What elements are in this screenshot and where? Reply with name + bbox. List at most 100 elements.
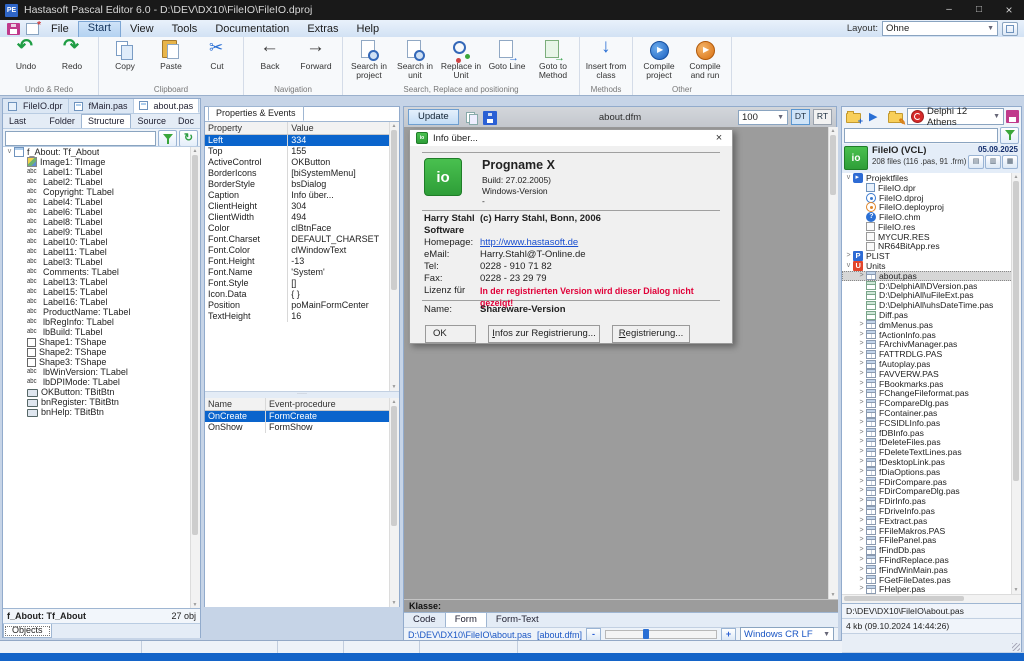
project-tree-item[interactable]: >fDiaOptions.pas <box>842 467 1021 477</box>
ribbon-button[interactable]: Copy <box>102 38 148 71</box>
menu-item[interactable]: Tools <box>163 22 207 37</box>
save-form-icon[interactable] <box>483 111 497 125</box>
ribbon-button[interactable]: Goto Line <box>484 38 530 71</box>
property-row[interactable]: BorderStylebsDialog <box>205 179 390 190</box>
project-tree-item[interactable]: >FDriveInfo.pas <box>842 506 1021 516</box>
project-tree-item[interactable]: >FGetFileDates.pas <box>842 575 1021 585</box>
property-row[interactable]: ActiveControlOKButton <box>205 157 390 168</box>
layout-select[interactable]: Ohne ▼ <box>882 21 998 36</box>
tree-item[interactable]: Comments: TLabel <box>3 267 200 277</box>
project-tree-item[interactable]: >FDeleteTextLines.pas <box>842 447 1021 457</box>
scrollbar-thumb[interactable] <box>844 596 964 601</box>
scrollbar-thumb[interactable] <box>192 155 198 535</box>
slider-thumb[interactable] <box>643 629 649 639</box>
property-row[interactable]: TextHeight16 <box>205 311 390 322</box>
project-tree-item[interactable]: Diff.pas <box>842 310 1021 320</box>
ribbon-button[interactable]: Undo <box>3 38 49 71</box>
tree-item[interactable]: Label1: TLabel <box>3 167 200 177</box>
project-tree-item[interactable]: >FFileMakros.PAS <box>842 526 1021 536</box>
tree-item[interactable]: lbRegInfo: TLabel <box>3 317 200 327</box>
property-row[interactable]: BorderIcons[biSystemMenu] <box>205 168 390 179</box>
property-row[interactable]: Font.ColorclWindowText <box>205 245 390 256</box>
property-row[interactable]: Font.CharsetDEFAULT_CHARSET <box>205 234 390 245</box>
tree-item[interactable]: Label9: TLabel <box>3 227 200 237</box>
ribbon-button[interactable]: Cut <box>194 38 240 71</box>
project-tree-item[interactable]: >fDesktopLink.pas <box>842 457 1021 467</box>
dialog-button[interactable]: OK <box>425 325 476 343</box>
add-folder-button[interactable]: + <box>844 108 863 125</box>
project-tree-item[interactable]: D:\DelphiAll\uhsDateTime.pas <box>842 300 1021 310</box>
tree-item[interactable]: bnHelp: TBitBtn <box>3 407 200 417</box>
zoom-select[interactable]: 100▼ <box>738 110 788 125</box>
ribbon-button[interactable]: Compile and run <box>682 38 728 80</box>
property-row[interactable]: ClientWidth494 <box>205 212 390 223</box>
view-tab[interactable]: Folder <box>43 114 81 128</box>
tree-item[interactable]: Shape2: TShape <box>3 347 200 357</box>
contact-value[interactable]: http://www.hastasoft.de <box>480 237 732 249</box>
project-tree-item[interactable]: FileIO.dproj <box>842 193 1021 203</box>
tab-properties-events[interactable]: Properties & Events <box>208 106 304 121</box>
maximize-button[interactable] <box>964 0 994 20</box>
tree-item[interactable]: Copyright: TLabel <box>3 187 200 197</box>
project-tree-item[interactable]: >FContainer.pas <box>842 408 1021 418</box>
filter-button[interactable] <box>158 130 177 147</box>
close-button[interactable] <box>994 0 1024 20</box>
save-project-icon[interactable] <box>1006 110 1019 123</box>
tree-item[interactable]: lbDPIMode: TLabel <box>3 377 200 387</box>
minimize-button[interactable] <box>934 0 964 20</box>
tree-item[interactable]: Label3: TLabel <box>3 257 200 267</box>
copy-form-icon[interactable] <box>462 109 480 125</box>
tree-item[interactable]: lbWinVersion: TLabel <box>3 367 200 377</box>
view-tab[interactable]: Doc <box>172 114 200 128</box>
tree-item[interactable]: Shape3: TShape <box>3 357 200 367</box>
project-filter-button[interactable] <box>1000 127 1019 144</box>
folder-view-button[interactable]: ▥ <box>985 155 1001 169</box>
edit-folder-button[interactable]: ✎ <box>886 108 905 125</box>
tree-item[interactable]: lbBuild: TLabel <box>3 327 200 337</box>
ribbon-button[interactable]: Goto to Method <box>530 38 576 80</box>
scrollbar-thumb[interactable] <box>391 130 397 290</box>
editor-mode-tab[interactable]: Code <box>404 613 445 628</box>
monitor-view-button[interactable]: ▤ <box>968 155 984 169</box>
quick-save-icon[interactable] <box>7 23 20 35</box>
property-scrollbar[interactable] <box>389 122 399 391</box>
delphi-version-select[interactable]: Delphi 12 Athens▼ <box>907 108 1004 125</box>
zoom-slider[interactable] <box>605 630 717 639</box>
dialog-close-icon[interactable]: × <box>712 132 726 144</box>
document-tab[interactable]: FileIO.dpr <box>3 99 69 113</box>
view-tab[interactable]: Structure <box>81 114 132 128</box>
project-tree-item[interactable]: >FBookmarks.pas <box>842 379 1021 389</box>
property-row[interactable]: Left334 <box>205 135 390 146</box>
ribbon-button[interactable]: Search in unit <box>392 38 438 80</box>
project-tree-item[interactable]: FileIO.chm <box>842 212 1021 222</box>
project-tree-item[interactable]: FileIO.dpr <box>842 183 1021 193</box>
project-tree-hscrollbar[interactable] <box>842 594 1021 603</box>
tree-item[interactable]: Label8: TLabel <box>3 217 200 227</box>
tree-item[interactable]: Label10: TLabel <box>3 237 200 247</box>
menu-item[interactable]: Documentation <box>206 22 298 37</box>
tree-item[interactable]: Image1: TImage <box>3 157 200 167</box>
project-tree-item[interactable]: vProjektfiles <box>842 173 1021 183</box>
project-tree-scrollbar[interactable] <box>1011 173 1021 594</box>
scrollbar-thumb[interactable] <box>830 135 836 195</box>
runtime-toggle[interactable]: RT <box>813 109 832 125</box>
update-button[interactable]: Update <box>408 109 459 125</box>
project-tree-item[interactable]: >FCompareDlg.pas <box>842 398 1021 408</box>
tree-scrollbar[interactable] <box>190 147 200 609</box>
designer-scrollbar[interactable] <box>828 127 838 599</box>
project-tree-item[interactable]: D:\DelphiAll\DVersion.pas <box>842 281 1021 291</box>
ribbon-button[interactable]: Back <box>247 38 293 71</box>
project-tree-item[interactable]: NR64BitApp.res <box>842 242 1021 252</box>
tree-item[interactable]: Shape1: TShape <box>3 337 200 347</box>
resize-grip[interactable] <box>1012 643 1020 651</box>
project-tree-item[interactable]: >fActionInfo.pas <box>842 330 1021 340</box>
tree-item[interactable]: vf_About: Tf_About <box>3 147 200 157</box>
tree-item[interactable]: Label4: TLabel <box>3 197 200 207</box>
project-tree-item[interactable]: >FCSIDLInfo.pas <box>842 418 1021 428</box>
document-tab[interactable]: fMain.pas <box>69 99 134 113</box>
tree-item[interactable]: OKButton: TBitBtn <box>3 387 200 397</box>
property-row[interactable]: Font.Height-13 <box>205 256 390 267</box>
project-tree-item[interactable]: FileIO.res <box>842 222 1021 232</box>
project-tree-item[interactable]: >FDirCompare.pas <box>842 477 1021 487</box>
ribbon-button[interactable]: Redo <box>49 38 95 71</box>
